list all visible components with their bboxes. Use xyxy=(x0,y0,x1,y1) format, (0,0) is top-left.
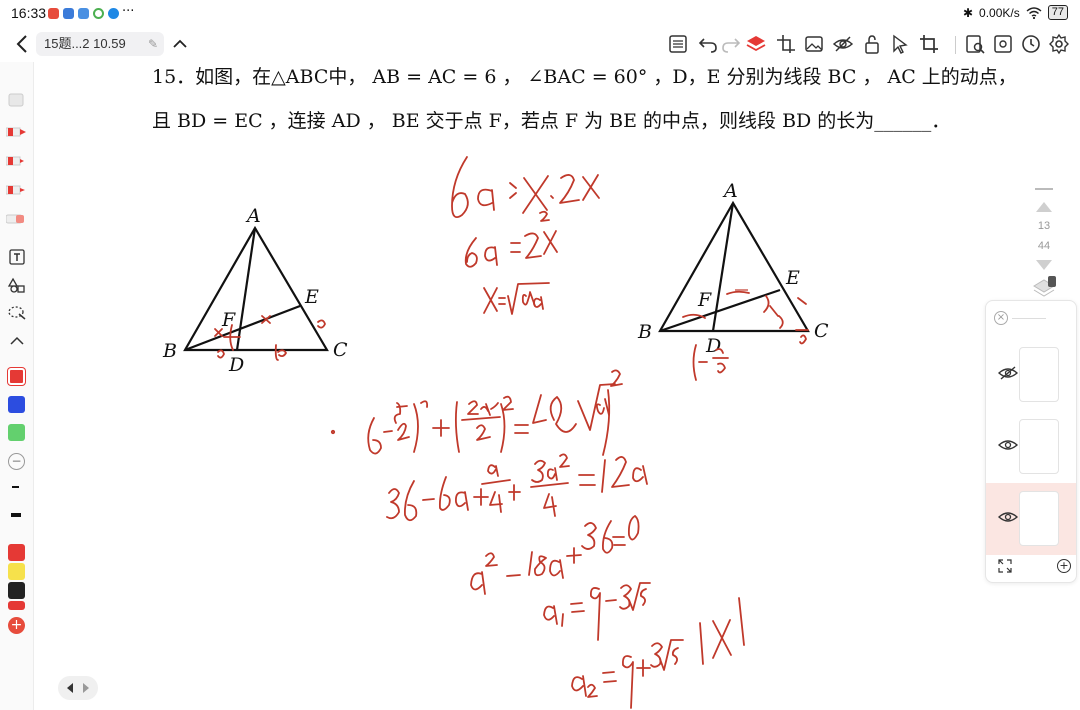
label-right-D: D xyxy=(705,335,721,357)
label-right-B: B xyxy=(637,321,652,343)
eye-icon[interactable] xyxy=(998,509,1018,525)
hidden-eye-icon[interactable] xyxy=(998,365,1018,381)
layer-thumbnail[interactable] xyxy=(1019,419,1059,474)
eye-icon[interactable] xyxy=(998,437,1018,453)
add-layer-icon[interactable]: + xyxy=(1057,559,1071,573)
label-left-D: D xyxy=(228,354,244,376)
close-icon[interactable]: × xyxy=(994,311,1008,325)
layers-panel: × + xyxy=(985,300,1077,583)
previous-page-icon[interactable] xyxy=(65,682,75,694)
label-right-F: F xyxy=(697,289,712,311)
layer-stack-icon[interactable] xyxy=(1030,274,1058,298)
label-left-C: C xyxy=(333,339,348,361)
page-switcher xyxy=(58,676,98,700)
label-left-B: B xyxy=(162,340,177,362)
next-page-icon[interactable] xyxy=(81,682,91,694)
label-left-E: E xyxy=(304,286,319,308)
panel-divider xyxy=(1012,318,1046,319)
canvas: A B C D E F A B C D E F xyxy=(162,156,829,709)
layer-row[interactable] xyxy=(986,339,1076,411)
label-right-E: E xyxy=(785,267,800,289)
scroll-handle[interactable] xyxy=(1035,188,1053,190)
expand-icon[interactable] xyxy=(998,559,1012,573)
page-up-icon[interactable] xyxy=(1034,200,1054,214)
label-left-A: A xyxy=(245,205,261,227)
label-right-A: A xyxy=(722,180,738,202)
page-down-icon[interactable] xyxy=(1034,258,1054,272)
label-right-C: C xyxy=(814,320,829,342)
handwriting xyxy=(214,156,809,709)
layer-row-active[interactable] xyxy=(986,483,1076,555)
layer-thumbnail[interactable] xyxy=(1019,491,1059,546)
current-page: 13 xyxy=(1037,220,1051,232)
layer-row[interactable] xyxy=(986,411,1076,483)
label-left-F: F xyxy=(221,309,236,331)
layer-thumbnail[interactable] xyxy=(1019,347,1059,402)
page-navigator: 13 44 xyxy=(1030,188,1058,300)
total-pages: 44 xyxy=(1037,240,1051,252)
